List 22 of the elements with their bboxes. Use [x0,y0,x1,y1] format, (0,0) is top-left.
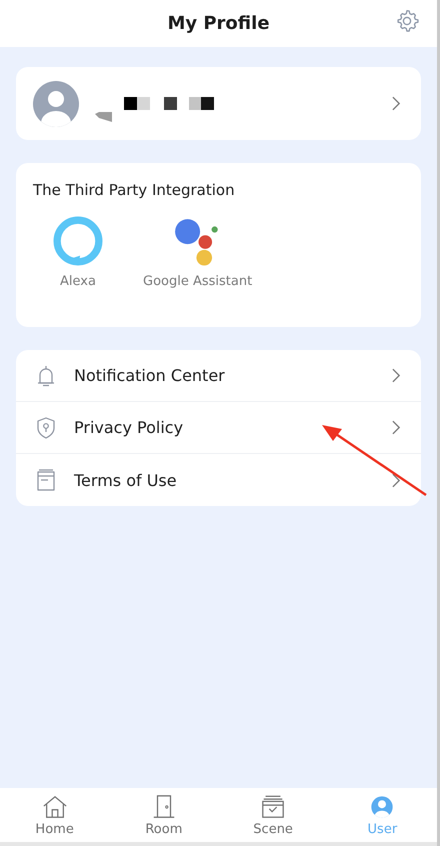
user-icon [369,794,396,820]
tab[interactable]: Room [109,788,218,842]
chevron-icon [392,96,401,111]
menu-label: Privacy Policy [74,418,184,437]
menu-item[interactable]: Terms of Use [16,454,421,506]
integration-label[interactable]: Alexa [60,274,96,289]
avatar-icon [32,80,80,128]
menu-label: Terms of Use [74,470,178,490]
calendar-check-icon [260,794,286,820]
chevron-icon [392,420,401,435]
chevron-icon [392,368,401,383]
ring-icon[interactable] [53,216,103,266]
tab[interactable]: Scene [218,788,328,842]
page-title: My Profile [167,13,270,34]
integration-label[interactable]: Google Assistant [143,274,252,289]
menu-label: Notification Center [74,366,226,385]
chevron-icon [392,472,401,488]
menu-item[interactable]: Notification Center [16,350,421,402]
section-title: The Third Party Integration [33,181,235,199]
tab[interactable]: Home [0,788,110,842]
profile-card[interactable] [16,67,421,140]
house-icon [42,794,68,820]
